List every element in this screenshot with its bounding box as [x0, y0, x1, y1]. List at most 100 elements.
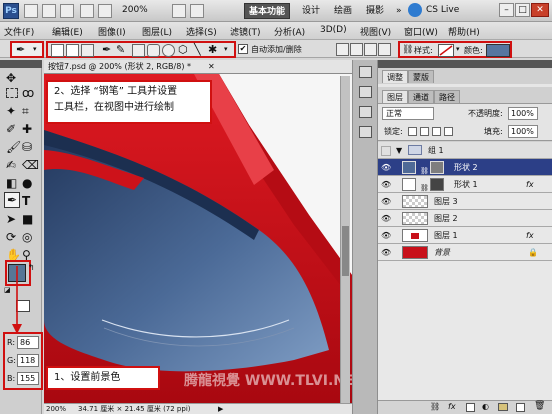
lasso-tool-icon[interactable]: ꝏ	[22, 86, 34, 100]
rounded-rectangle-icon[interactable]	[147, 44, 160, 57]
blue-value-field[interactable]: 155	[17, 372, 39, 385]
pen-tool-icon[interactable]: ✒	[102, 43, 111, 56]
close-tab-icon[interactable]: ✕	[208, 60, 215, 73]
shape-layers-icon[interactable]	[51, 44, 64, 57]
expand-chevron-icon[interactable]: ▼	[396, 142, 402, 159]
auto-add-delete-checkbox[interactable]: ✔	[238, 44, 248, 54]
workspace-essentials[interactable]: 基本功能	[244, 3, 291, 19]
intersect-shape-icon[interactable]	[364, 43, 377, 56]
layer-row-shape1[interactable]: 👁 ⛓ 形状 1 fx	[378, 176, 552, 193]
menu-edit[interactable]: 编辑(E)	[52, 25, 83, 38]
dock-actions-icon[interactable]	[359, 126, 372, 138]
eye-icon[interactable]: 👁	[381, 163, 391, 173]
dodge-tool-icon[interactable]: ●	[22, 176, 32, 190]
workspace-photography[interactable]: 摄影	[362, 3, 388, 19]
eye-icon[interactable]: 👁	[381, 180, 391, 190]
quick-select-icon[interactable]: ✦	[6, 104, 16, 118]
menu-3d[interactable]: 3D(D)	[320, 25, 347, 35]
style-picker[interactable]	[438, 44, 454, 57]
path-select-icon[interactable]: ➤	[6, 212, 16, 226]
menu-help[interactable]: 帮助(H)	[448, 25, 480, 38]
opacity-field[interactable]: 100%	[508, 107, 538, 120]
add-style-icon[interactable]: fx	[448, 402, 456, 411]
document-tab[interactable]: 按钮7.psd @ 200% (形状 2, RGB/8) * ✕	[44, 60, 352, 74]
adjustment-layer-icon[interactable]: ◐	[482, 402, 489, 411]
trash-icon[interactable]: 🗑	[534, 401, 545, 411]
gradient-tool-icon[interactable]: ◧	[6, 176, 17, 190]
marquee-tool-icon[interactable]	[6, 88, 18, 98]
dock-color-icon[interactable]	[359, 66, 372, 78]
tab-adjustments[interactable]: 调整	[382, 70, 408, 83]
status-zoom[interactable]: 200%	[46, 404, 66, 414]
freeform-pen-icon[interactable]: ✎	[116, 43, 125, 56]
green-value-field[interactable]: 118	[17, 354, 39, 367]
scrollbar-thumb[interactable]	[342, 226, 349, 276]
layer-row-group1[interactable]: ▼ 组 1	[378, 142, 552, 159]
add-shape-icon[interactable]	[336, 43, 349, 56]
workspace-painting[interactable]: 绘画	[330, 3, 356, 19]
blend-mode-select[interactable]: 正常	[382, 107, 434, 120]
type-tool-icon[interactable]: T	[22, 194, 30, 208]
new-layer-icon[interactable]	[516, 403, 525, 412]
workspace-more[interactable]: »	[392, 3, 406, 19]
tool-preset-picker[interactable]: ✒ ▾	[10, 41, 44, 58]
eye-icon[interactable]: 👁	[381, 248, 391, 258]
layer-row-shape2[interactable]: 👁 ⛓ 形状 2	[378, 159, 552, 176]
move-tool-icon[interactable]: ✥	[6, 71, 16, 85]
eraser-icon[interactable]: ⌫	[22, 158, 39, 172]
brush-tool-icon[interactable]: 🖌	[6, 140, 21, 154]
shape-tool-icon[interactable]: ■	[22, 212, 33, 226]
crop-tool-icon[interactable]: ⌗	[22, 104, 29, 119]
menu-file[interactable]: 文件(F)	[4, 25, 34, 38]
healing-brush-icon[interactable]: ✚	[22, 122, 32, 136]
fill-pixels-icon[interactable]	[81, 44, 94, 57]
fill-field[interactable]: 100%	[508, 125, 538, 138]
eye-icon[interactable]: 👁	[381, 214, 391, 224]
rectangle-icon[interactable]	[132, 44, 145, 57]
line-icon[interactable]: ╲	[194, 43, 201, 56]
close-button[interactable]: ✕	[531, 3, 549, 17]
tab-channels[interactable]: 通道	[408, 90, 434, 103]
layer-row-background[interactable]: 👁 背景 🔒	[378, 244, 552, 261]
paths-icon[interactable]	[66, 44, 79, 57]
maximize-button[interactable]: □	[515, 3, 530, 17]
3d-rotate-icon[interactable]: ⟳	[6, 230, 16, 244]
eye-icon[interactable]: 👁	[381, 197, 391, 207]
minimize-button[interactable]: –	[499, 3, 514, 17]
link-icon[interactable]: ⛓	[402, 45, 413, 55]
color-swatch[interactable]	[486, 44, 510, 57]
tab-masks[interactable]: 蒙版	[408, 70, 434, 83]
menu-layer[interactable]: 图层(L)	[142, 25, 172, 38]
lock-position-icon[interactable]	[432, 127, 441, 136]
layer-row-layer3[interactable]: 👁 图层 3	[378, 193, 552, 210]
tab-paths[interactable]: 路径	[434, 90, 460, 103]
eyedropper-icon[interactable]: ✐	[6, 122, 16, 136]
fx-badge[interactable]: fx	[526, 227, 534, 244]
ellipse-icon[interactable]	[162, 44, 175, 57]
layer-row-layer1[interactable]: 👁 图层 1 fx	[378, 227, 552, 244]
new-group-icon[interactable]	[498, 403, 508, 411]
menu-analysis[interactable]: 分析(A)	[274, 25, 305, 38]
status-arrow-icon[interactable]: ▶	[218, 404, 223, 414]
subtract-shape-icon[interactable]	[350, 43, 363, 56]
clone-stamp-icon[interactable]: ⛁	[22, 140, 32, 154]
document-canvas[interactable]: 2、选择 “钢笔” 工具并设置 工具栏，在视图中进行绘制 1、设置前景色 腾龍視…	[44, 60, 352, 404]
dock-swatches-icon[interactable]	[359, 86, 372, 98]
3d-orbit-icon[interactable]: ◎	[22, 230, 32, 244]
lock-all-icon[interactable]	[444, 127, 453, 136]
visibility-empty[interactable]	[381, 146, 391, 156]
add-mask-icon[interactable]	[466, 403, 475, 412]
vertical-scrollbar[interactable]	[340, 76, 350, 404]
cs-live-button[interactable]: CS Live	[426, 5, 459, 15]
style-chevron-icon[interactable]: ▾	[456, 45, 460, 53]
link-layers-icon[interactable]: ⛓	[430, 402, 440, 411]
lock-pixels-icon[interactable]	[420, 127, 429, 136]
workspace-design[interactable]: 设计	[298, 3, 324, 19]
red-value-field[interactable]: 86	[17, 336, 39, 349]
lock-transparent-icon[interactable]	[408, 127, 417, 136]
menu-image[interactable]: 图像(I)	[98, 25, 126, 38]
menu-select[interactable]: 选择(S)	[186, 25, 217, 38]
exclude-shape-icon[interactable]	[378, 43, 391, 56]
tab-layers[interactable]: 图层	[382, 90, 408, 103]
pen-tool-active-icon[interactable]: ✒	[4, 192, 20, 208]
